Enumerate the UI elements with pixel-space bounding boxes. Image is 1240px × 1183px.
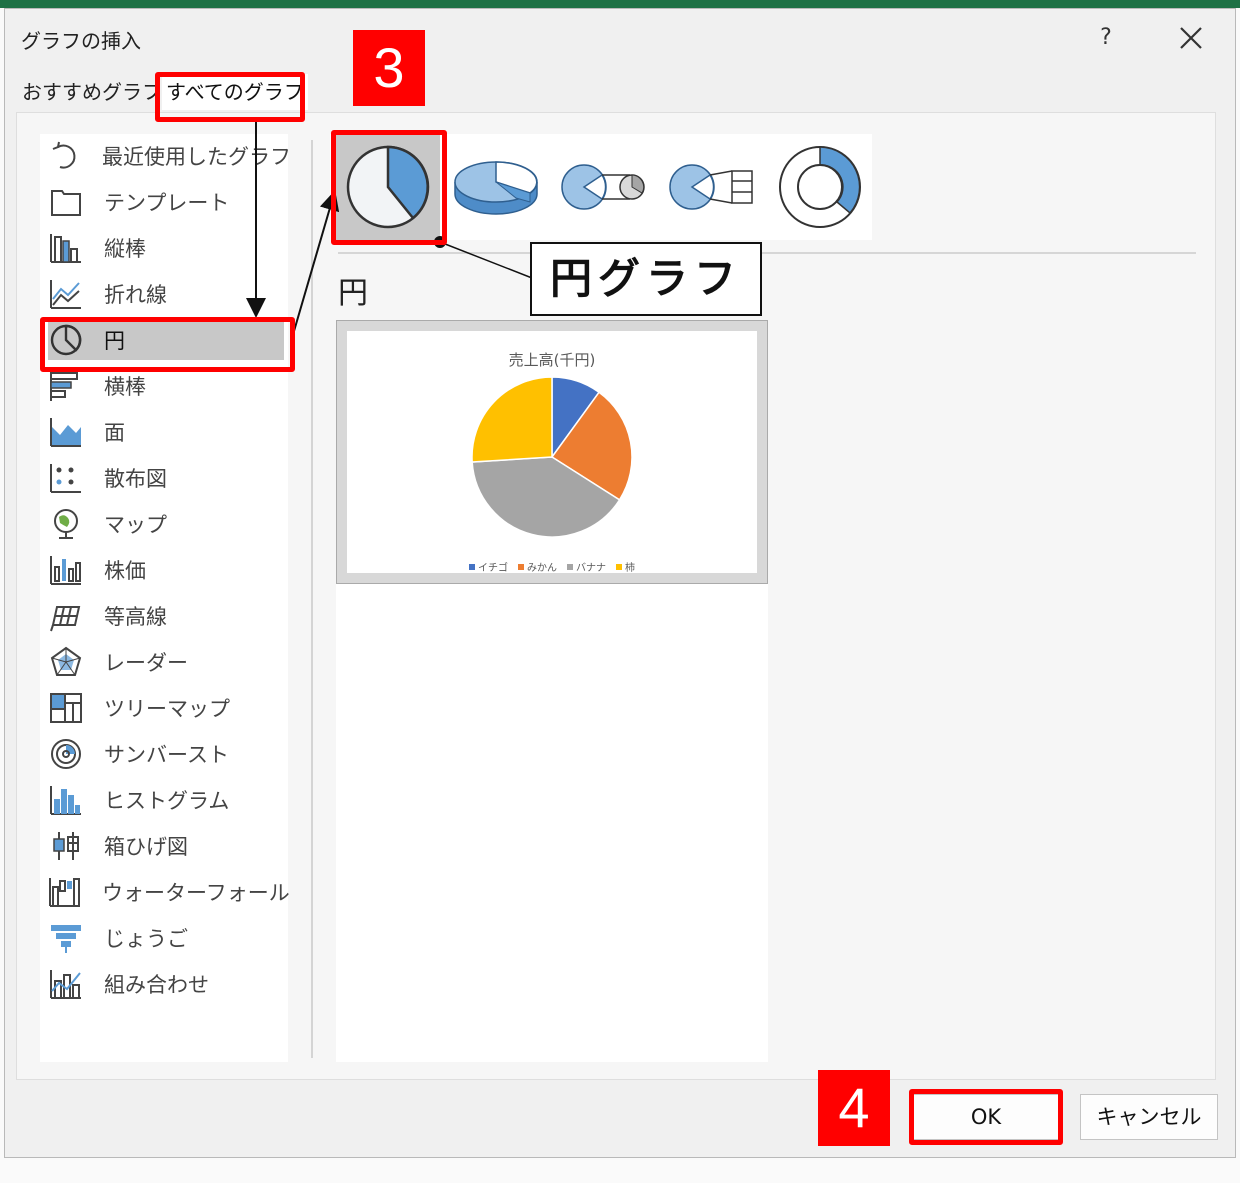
step-3-badge: 3 xyxy=(353,30,425,106)
highlight-pie-type xyxy=(40,317,295,372)
highlight-pie-subtype xyxy=(331,130,447,245)
pie-chart-callout: 円グラフ xyxy=(530,242,762,316)
step-4-badge: 4 xyxy=(818,1070,890,1146)
annotation-arrows xyxy=(246,120,533,339)
highlight-all-charts-tab xyxy=(155,72,305,122)
highlight-ok-button xyxy=(909,1089,1063,1145)
